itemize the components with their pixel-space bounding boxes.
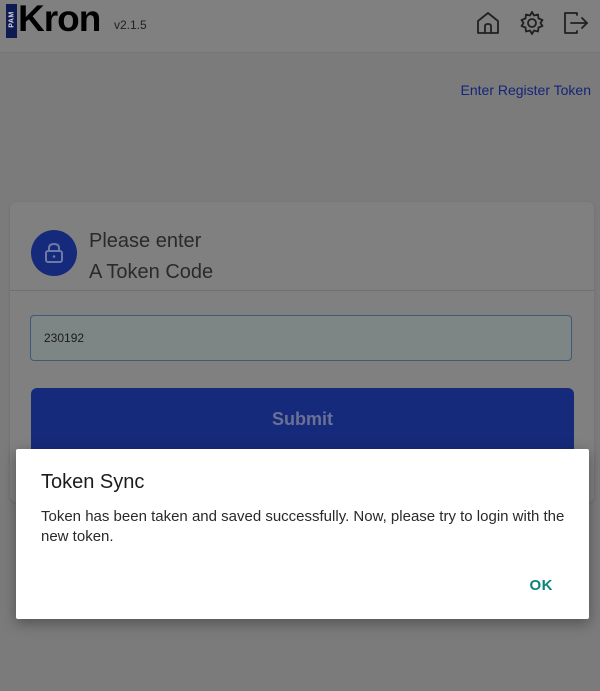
enter-register-token-link[interactable]: Enter Register Token bbox=[461, 82, 591, 98]
home-icon[interactable] bbox=[474, 9, 502, 37]
pam-logo-badge: PAM bbox=[6, 4, 17, 38]
card-title: Please enter A Token Code bbox=[89, 226, 213, 288]
app-version: v2.1.5 bbox=[114, 18, 147, 32]
dialog-message: Token has been taken and saved successfu… bbox=[41, 508, 565, 545]
dialog-title: Token Sync bbox=[41, 471, 145, 493]
logo-badge-text: PAM bbox=[8, 11, 16, 28]
card-title-line1: Please enter bbox=[89, 230, 202, 252]
token-code-input[interactable] bbox=[30, 315, 572, 361]
gear-icon[interactable] bbox=[518, 9, 546, 37]
dialog-ok-button[interactable]: OK bbox=[530, 577, 554, 594]
logout-icon[interactable] bbox=[561, 9, 589, 37]
card-divider bbox=[10, 290, 594, 291]
lock-icon bbox=[31, 230, 77, 276]
card-title-line2: A Token Code bbox=[89, 261, 214, 283]
app-header: PAM Kron v2.1.5 bbox=[0, 0, 600, 53]
app-logo: Kron bbox=[18, 0, 101, 39]
token-sync-dialog: Token Sync Token has been taken and save… bbox=[16, 449, 589, 619]
submit-button[interactable]: Submit bbox=[31, 388, 574, 458]
